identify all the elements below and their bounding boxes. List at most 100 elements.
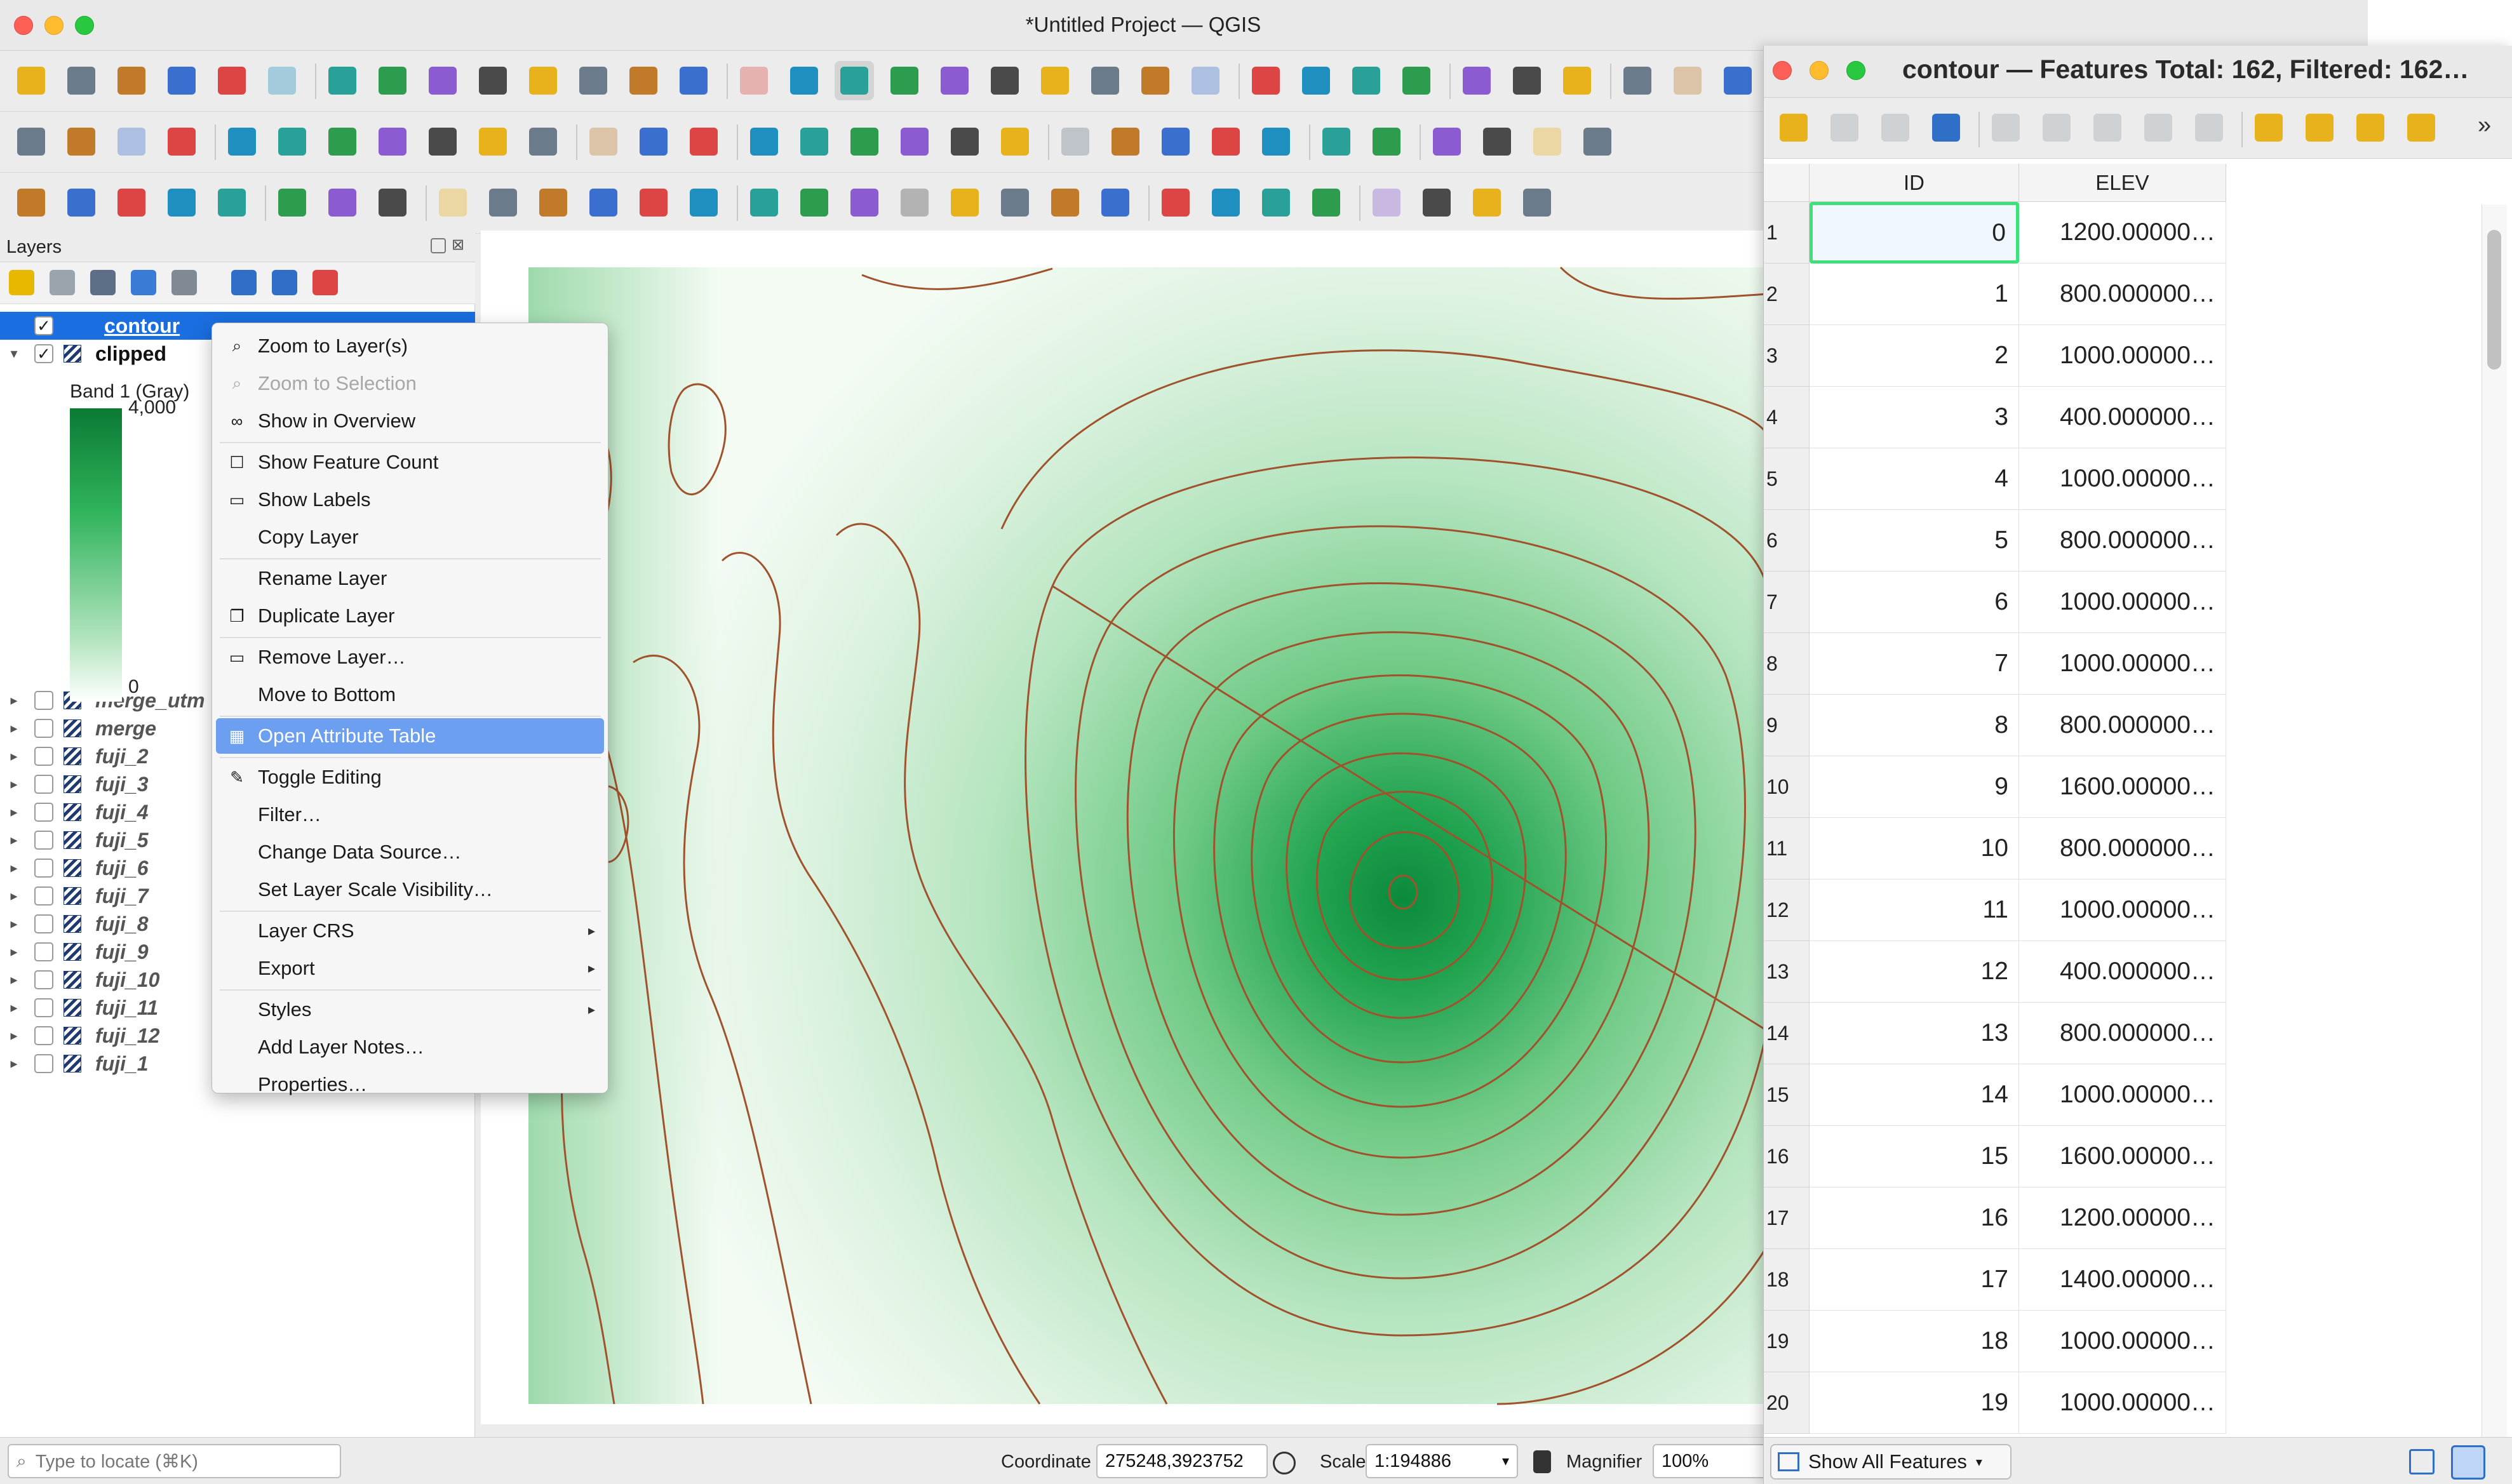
expand-arrow-icon[interactable]: ▸ bbox=[5, 944, 23, 960]
toolbar-button[interactable] bbox=[11, 183, 51, 222]
scale-combobox[interactable]: 1:194886 ▾ bbox=[1366, 1444, 1518, 1478]
attribute-tool-button[interactable] bbox=[2351, 108, 2390, 147]
expand-arrow-icon[interactable]: ▸ bbox=[5, 916, 23, 932]
toolbar-button[interactable] bbox=[1035, 61, 1075, 100]
toolbar-button[interactable] bbox=[1246, 61, 1286, 100]
layer-visibility-checkbox[interactable] bbox=[34, 831, 53, 850]
toolbar-button[interactable] bbox=[795, 122, 834, 161]
toolbar-button[interactable] bbox=[222, 122, 262, 161]
toolbar-button[interactable] bbox=[1457, 61, 1496, 100]
toolbar-button[interactable] bbox=[1206, 122, 1246, 161]
menu-item-properties[interactable]: Properties… bbox=[216, 1067, 604, 1102]
toolbar-button[interactable] bbox=[1096, 183, 1135, 222]
expand-arrow-icon[interactable]: ▾ bbox=[5, 345, 23, 362]
menu-item-filter[interactable]: Filter… bbox=[216, 797, 604, 832]
toolbar-button[interactable] bbox=[995, 183, 1035, 222]
toolbar-button[interactable] bbox=[1668, 61, 1707, 100]
row-header[interactable]: 17 bbox=[1764, 1187, 1810, 1249]
cell-elev[interactable]: 1200.00000… bbox=[2019, 202, 2226, 264]
toolbar-button[interactable] bbox=[1578, 122, 1617, 161]
toolbar-button[interactable] bbox=[744, 122, 784, 161]
toolbar-button[interactable] bbox=[1317, 122, 1356, 161]
toolbar-button[interactable] bbox=[895, 122, 934, 161]
expand-arrow-icon[interactable]: ▸ bbox=[5, 888, 23, 904]
row-header[interactable]: 3 bbox=[1764, 325, 1810, 387]
column-header-id[interactable]: ID bbox=[1810, 164, 2019, 202]
visibility-eye-icon[interactable] bbox=[90, 270, 116, 295]
toolbar-button[interactable] bbox=[784, 61, 824, 100]
toolbar-button[interactable] bbox=[373, 122, 412, 161]
toolbar-button[interactable] bbox=[684, 183, 723, 222]
toolbar-button[interactable] bbox=[945, 183, 984, 222]
toolbar-button[interactable] bbox=[684, 122, 723, 161]
cell-elev[interactable]: 800.000000… bbox=[2019, 695, 2226, 756]
map-canvas[interactable] bbox=[481, 231, 1768, 1424]
toolbar-button[interactable] bbox=[162, 122, 201, 161]
cell-id[interactable]: 13 bbox=[1810, 1003, 2019, 1064]
menu-item-show-in-overview[interactable]: ∞ Show in Overview bbox=[216, 403, 604, 439]
menu-item-open-attribute-table[interactable]: ▦ Open Attribute Table bbox=[216, 718, 604, 754]
cell-elev[interactable]: 400.000000… bbox=[2019, 941, 2226, 1003]
cell-elev[interactable]: 1000.00000… bbox=[2019, 572, 2226, 633]
expand-arrow-icon[interactable]: ▸ bbox=[5, 804, 23, 820]
toolbar-button[interactable] bbox=[1507, 61, 1547, 100]
row-header[interactable]: 12 bbox=[1764, 879, 1810, 941]
close-panel-icon[interactable]: ⊠ bbox=[450, 237, 466, 253]
layer-visibility-checkbox[interactable] bbox=[34, 775, 53, 794]
toolbar-button[interactable] bbox=[523, 122, 563, 161]
cell-elev[interactable]: 1000.00000… bbox=[2019, 1311, 2226, 1372]
toolbar-button[interactable] bbox=[1156, 122, 1195, 161]
toolbar-button[interactable] bbox=[895, 183, 934, 222]
expand-arrow-icon[interactable]: ▸ bbox=[5, 832, 23, 848]
zoom-window-button[interactable] bbox=[75, 16, 94, 35]
toolbar-button[interactable] bbox=[1477, 122, 1517, 161]
row-header[interactable]: 18 bbox=[1764, 1249, 1810, 1311]
style-layer-icon[interactable] bbox=[9, 270, 34, 295]
row-header[interactable]: 13 bbox=[1764, 941, 1810, 1003]
toolbar-button[interactable] bbox=[112, 183, 151, 222]
cell-id[interactable]: 11 bbox=[1810, 879, 2019, 941]
zoom-attribute-window-button[interactable] bbox=[1846, 61, 1865, 80]
expand-arrow-icon[interactable]: ▸ bbox=[5, 1027, 23, 1044]
cell-id[interactable]: 4 bbox=[1810, 448, 2019, 510]
toolbar-button[interactable] bbox=[1206, 183, 1246, 222]
cell-elev[interactable]: 1000.00000… bbox=[2019, 1372, 2226, 1434]
cell-id[interactable]: 7 bbox=[1810, 633, 2019, 695]
row-header[interactable]: 10 bbox=[1764, 756, 1810, 818]
toolbar-button[interactable] bbox=[1256, 183, 1296, 222]
toolbar-button[interactable] bbox=[1136, 61, 1175, 100]
attribute-tool-button[interactable] bbox=[2300, 108, 2339, 147]
toolbar-button[interactable] bbox=[1417, 183, 1456, 222]
layer-visibility-checkbox[interactable] bbox=[34, 719, 53, 738]
menu-item-rename-layer[interactable]: Rename Layer bbox=[216, 561, 604, 596]
more-tools-chevron-icon[interactable]: » bbox=[2478, 112, 2491, 139]
remove-layer-icon[interactable] bbox=[312, 270, 338, 295]
row-header[interactable]: 5 bbox=[1764, 448, 1810, 510]
cell-elev[interactable]: 1000.00000… bbox=[2019, 325, 2226, 387]
expand-arrow-icon[interactable]: ▸ bbox=[5, 1055, 23, 1072]
toolbar-button[interactable] bbox=[534, 183, 573, 222]
cell-id[interactable]: 5 bbox=[1810, 510, 2019, 572]
expand-arrow-icon[interactable]: ▸ bbox=[5, 999, 23, 1016]
toolbar-button[interactable] bbox=[11, 122, 51, 161]
layer-visibility-checkbox[interactable] bbox=[34, 803, 53, 822]
toolbar-button[interactable] bbox=[574, 61, 613, 100]
filter-legend-icon[interactable] bbox=[131, 270, 156, 295]
layer-visibility-checkbox[interactable] bbox=[34, 914, 53, 933]
cell-elev[interactable]: 1000.00000… bbox=[2019, 448, 2226, 510]
toolbar-button[interactable] bbox=[1557, 61, 1597, 100]
float-panel-icon[interactable] bbox=[431, 238, 446, 253]
toolbar-button[interactable] bbox=[212, 61, 252, 100]
feature-filter-button[interactable]: Show All Features ▾ bbox=[1770, 1444, 2012, 1480]
toolbar-button[interactable] bbox=[162, 61, 201, 100]
menu-item-change-data-source[interactable]: Change Data Source… bbox=[216, 834, 604, 870]
menu-item-export[interactable]: Export ▸ bbox=[216, 951, 604, 986]
attribute-tool-button[interactable] bbox=[1774, 108, 1813, 147]
add-group-icon[interactable] bbox=[50, 270, 75, 295]
toolbar-button[interactable] bbox=[272, 122, 312, 161]
row-header[interactable]: 14 bbox=[1764, 1003, 1810, 1064]
cell-elev[interactable]: 1000.00000… bbox=[2019, 633, 2226, 695]
cell-id[interactable]: 17 bbox=[1810, 1249, 2019, 1311]
layer-visibility-checkbox[interactable]: ✓ bbox=[34, 344, 53, 363]
cell-id[interactable]: 6 bbox=[1810, 572, 2019, 633]
